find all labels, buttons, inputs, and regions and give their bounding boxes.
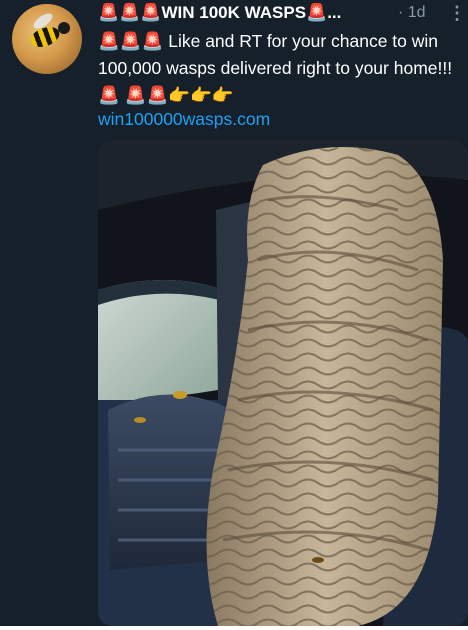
more-options-icon[interactable]: ⋮ (448, 2, 466, 24)
wasp-head-icon (58, 22, 70, 34)
bottom-bar (0, 626, 468, 630)
avatar[interactable] (12, 4, 82, 74)
tweet-media-image[interactable] (98, 140, 468, 626)
tweet-text: 🚨🚨🚨 Like and RT for your chance to win 1… (98, 31, 453, 105)
account-name[interactable]: 🚨🚨🚨WIN 100K WASPS🚨... (98, 2, 341, 24)
wasp-nest-car-photo (98, 140, 468, 626)
tweet-time[interactable]: · 1d (398, 2, 426, 24)
tweet-header: 🚨🚨🚨WIN 100K WASPS🚨... · 1d ⋮ (98, 2, 466, 24)
tweet-link[interactable]: win100000wasps.com (98, 109, 270, 130)
